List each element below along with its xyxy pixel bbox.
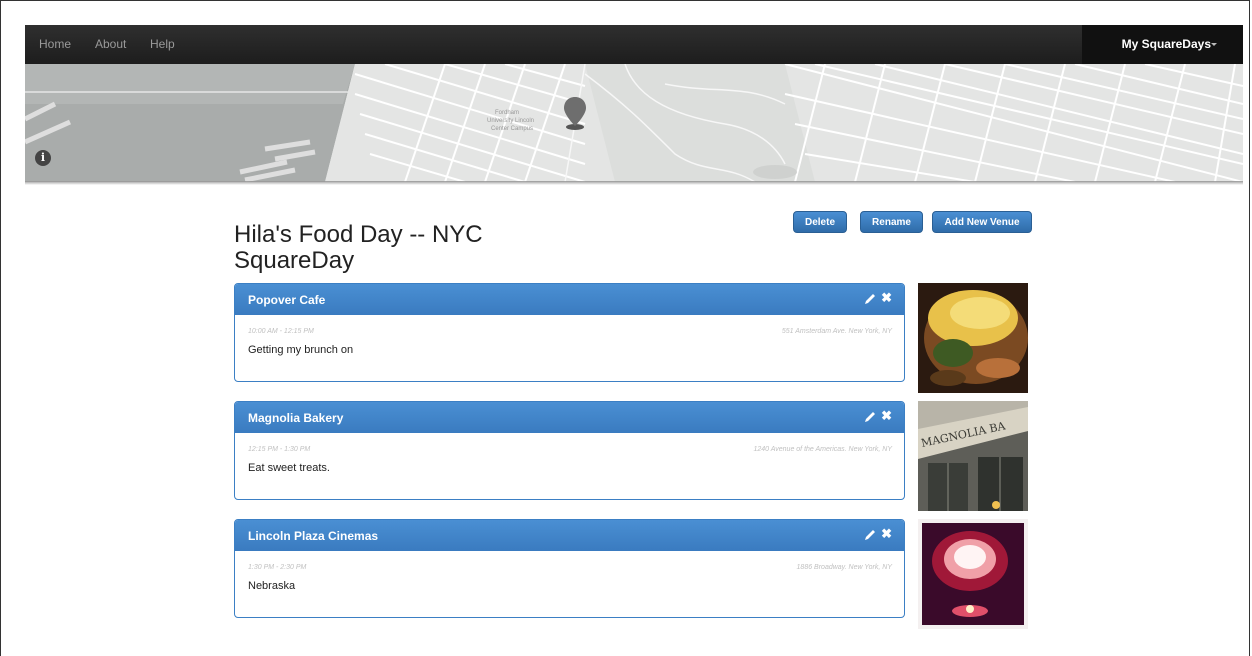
venue-name[interactable]: Lincoln Plaza Cinemas: [248, 529, 378, 543]
account-menu-label[interactable]: My SquareDays: [1122, 37, 1211, 51]
nav-about-link[interactable]: About: [95, 37, 126, 51]
venue-address: 1240 Avenue of the Americas. New York, N…: [753, 446, 892, 453]
pencil-icon[interactable]: [863, 410, 877, 424]
close-icon[interactable]: ✖: [881, 290, 892, 306]
chevron-down-icon[interactable]: [1211, 43, 1217, 46]
venue-note: Eat sweet treats.: [248, 462, 330, 474]
pencil-icon[interactable]: [863, 528, 877, 542]
close-icon[interactable]: ✖: [881, 408, 892, 424]
rename-day-button[interactable]: Rename: [860, 211, 923, 233]
venue-header: Magnolia Bakery ✖: [235, 402, 904, 433]
map-label: Center Campus: [491, 126, 533, 132]
venue-card: Lincoln Plaza Cinemas ✖ 1:30 PM - 2:30 P…: [234, 519, 905, 618]
cinema-lights-photo[interactable]: [918, 519, 1028, 629]
venue-card: Popover Cafe ✖ 10:00 AM - 12:15 PM 551 A…: [234, 283, 905, 382]
add-venue-button[interactable]: Add New Venue: [932, 211, 1032, 233]
venue-note: Nebraska: [248, 580, 296, 592]
map-label: University Lincoln: [487, 118, 534, 124]
venue-name[interactable]: Magnolia Bakery: [248, 411, 343, 425]
venue-time: 10:00 AM - 12:15 PM: [248, 328, 314, 335]
pencil-icon[interactable]: [863, 292, 877, 306]
food-photo[interactable]: [918, 283, 1028, 393]
bakery-storefront-photo[interactable]: MAGNOLIA BA: [918, 401, 1028, 511]
venue-name[interactable]: Popover Cafe: [248, 293, 325, 307]
delete-day-button[interactable]: Delete: [793, 211, 847, 233]
venue-note: Getting my brunch on: [248, 344, 354, 356]
venue-time: 12:15 PM - 1:30 PM: [248, 446, 311, 453]
venue-address: 1886 Broadway. New York, NY: [796, 564, 892, 571]
page-title: Hila's Food Day -- NYC SquareDay: [234, 221, 483, 275]
nav-help-link[interactable]: Help: [150, 37, 175, 51]
map-shadow: [25, 181, 1243, 185]
nav-home-link[interactable]: Home: [39, 37, 71, 51]
account-menu[interactable]: My SquareDays: [1082, 25, 1243, 64]
close-icon[interactable]: ✖: [881, 526, 892, 542]
map-banner[interactable]: Fordham University Lincoln Center Campus: [25, 64, 1243, 182]
info-icon[interactable]: i: [35, 150, 51, 166]
river-water-light: [25, 64, 355, 104]
venue-card: Magnolia Bakery ✖ 12:15 PM - 1:30 PM 124…: [234, 401, 905, 500]
venue-header: Lincoln Plaza Cinemas ✖: [235, 520, 904, 551]
top-navbar: Home About Help My SquareDays: [25, 25, 1243, 64]
map-streets: Fordham University Lincoln Center Campus: [25, 64, 1243, 182]
map-label: Fordham: [495, 110, 519, 116]
central-park: [585, 64, 815, 182]
venue-time: 1:30 PM - 2:30 PM: [248, 564, 307, 571]
venue-header: Popover Cafe ✖: [235, 284, 904, 315]
venue-address: 551 Amsterdam Ave. New York, NY: [781, 328, 892, 335]
